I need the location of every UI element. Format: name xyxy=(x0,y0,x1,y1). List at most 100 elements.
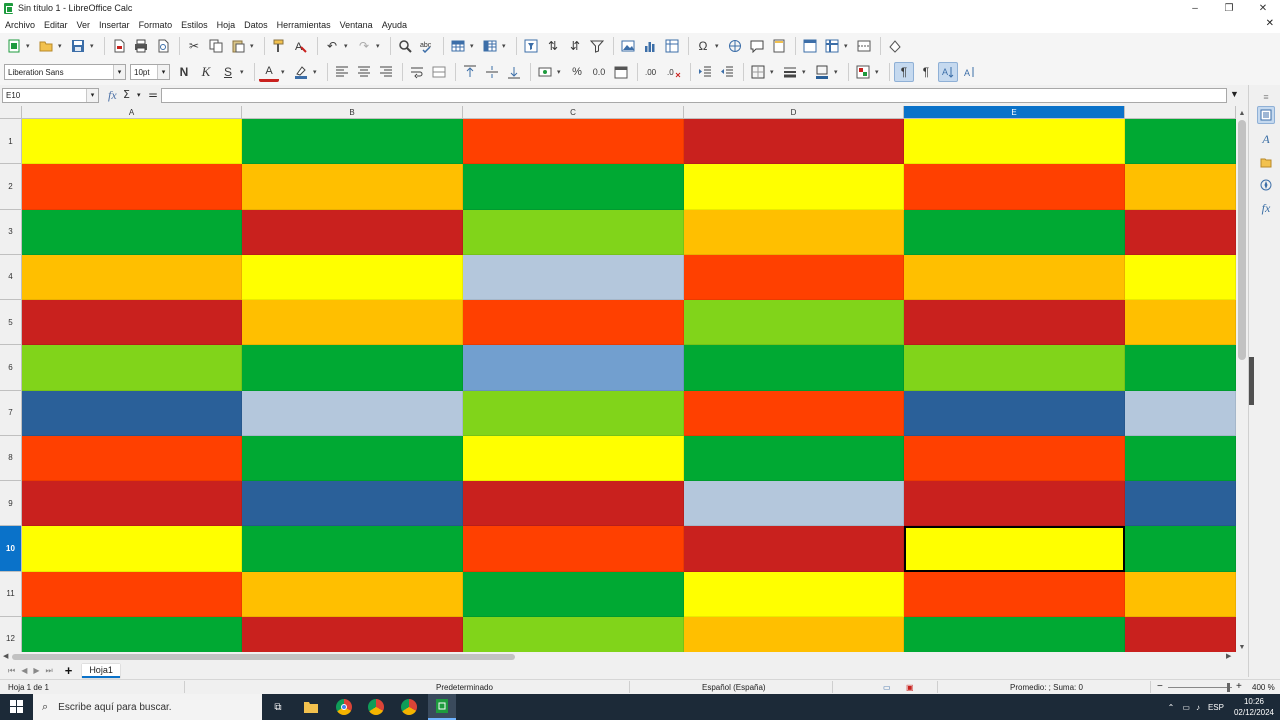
pivot-table-icon[interactable] xyxy=(662,36,682,56)
cell-f4[interactable] xyxy=(1125,254,1236,300)
cell-c1[interactable] xyxy=(463,119,684,165)
row-header-5[interactable]: 5 xyxy=(0,300,22,346)
cell-e7[interactable] xyxy=(904,390,1125,436)
cell-f12[interactable] xyxy=(1125,616,1236,652)
font-color-button[interactable]: A xyxy=(259,62,279,82)
text-direction-rtl-icon[interactable]: ¶ xyxy=(916,62,936,82)
conditional-format-icon[interactable] xyxy=(853,62,873,82)
special-character-dropdown-icon[interactable]: ▾ xyxy=(715,42,722,50)
libreoffice-calc-taskbar-icon[interactable] xyxy=(428,694,456,720)
show-hidden-icons-icon[interactable]: ⌃ xyxy=(1168,703,1175,712)
column-dropdown-icon[interactable]: ▾ xyxy=(502,42,509,50)
add-sheet-button[interactable]: + xyxy=(65,663,73,678)
comment-icon[interactable] xyxy=(747,36,767,56)
sort-descending-icon[interactable]: ⇵ xyxy=(565,36,585,56)
cell-b5[interactable] xyxy=(242,300,463,346)
row-header-12[interactable]: 12 xyxy=(0,616,22,652)
copy-icon[interactable] xyxy=(206,36,226,56)
close-button[interactable]: ✕ xyxy=(1246,0,1280,16)
border-color-icon[interactable] xyxy=(812,62,832,82)
row-header-4[interactable]: 4 xyxy=(0,254,22,300)
cell-c3[interactable] xyxy=(463,209,684,255)
align-center-icon[interactable] xyxy=(354,62,374,82)
cell-f3[interactable] xyxy=(1125,209,1236,255)
cell-c8[interactable] xyxy=(463,435,684,481)
column-header-a[interactable]: A xyxy=(22,106,242,119)
open-folder-icon[interactable] xyxy=(36,36,56,56)
cell-c7[interactable] xyxy=(463,390,684,436)
cell-d3[interactable] xyxy=(684,209,904,255)
row-header-8[interactable]: 8 xyxy=(0,435,22,481)
cell-c6[interactable] xyxy=(463,345,684,391)
vertical-text-icon[interactable]: A xyxy=(960,62,980,82)
bold-button[interactable]: N xyxy=(174,62,194,82)
menu-ventana[interactable]: Ventana xyxy=(337,20,376,30)
spelling-icon[interactable]: abc xyxy=(417,36,437,56)
cell-c12[interactable] xyxy=(463,616,684,652)
spreadsheet-grid[interactable]: ABCDE 1 2 3 4 5 6 7 8 9 10 11 12 xyxy=(0,106,1236,652)
vertical-scroll-thumb[interactable] xyxy=(1238,120,1246,360)
column-header-e[interactable]: E xyxy=(904,106,1125,119)
cell-c11[interactable] xyxy=(463,571,684,617)
chevron-down-icon[interactable]: ▾ xyxy=(157,65,169,79)
properties-icon[interactable] xyxy=(1257,106,1275,124)
maximize-button[interactable]: ❐ xyxy=(1212,0,1246,16)
align-right-icon[interactable] xyxy=(376,62,396,82)
sheet-tab-hoja1[interactable]: Hoja1 xyxy=(82,663,120,678)
clone-formatting-icon[interactable] xyxy=(269,36,289,56)
cell-f7[interactable] xyxy=(1125,390,1236,436)
cell-e11[interactable] xyxy=(904,571,1125,617)
font-size-box[interactable]: 10pt ▾ xyxy=(130,64,170,80)
cell-b3[interactable] xyxy=(242,209,463,255)
cell-d8[interactable] xyxy=(684,435,904,481)
save-dropdown-icon[interactable]: ▾ xyxy=(90,42,97,50)
cell-f2[interactable] xyxy=(1125,164,1236,210)
cell-f8[interactable] xyxy=(1125,435,1236,481)
wrap-text-icon[interactable] xyxy=(407,62,427,82)
cell-a1[interactable] xyxy=(22,119,242,165)
menu-datos[interactable]: Datos xyxy=(241,20,271,30)
cell-d1[interactable] xyxy=(684,119,904,165)
cell-d12[interactable] xyxy=(684,616,904,652)
print-icon[interactable] xyxy=(131,36,151,56)
border-style-dropdown-icon[interactable]: ▾ xyxy=(802,68,809,76)
merge-center-icon[interactable] xyxy=(429,62,449,82)
cell-a10[interactable] xyxy=(22,526,242,572)
date-format-icon[interactable] xyxy=(611,62,631,82)
function-wizard-icon[interactable]: fx xyxy=(108,88,117,103)
redo-icon[interactable]: ↷ xyxy=(354,36,374,56)
insert-chart-icon[interactable] xyxy=(640,36,660,56)
align-top-icon[interactable] xyxy=(460,62,480,82)
show-draw-functions-icon[interactable] xyxy=(885,36,905,56)
expand-formula-icon[interactable]: ▼ xyxy=(1230,89,1239,99)
scroll-up-icon[interactable]: ▲ xyxy=(1236,108,1248,118)
zoom-level[interactable]: 400 % xyxy=(1252,683,1275,692)
taskbar-search[interactable]: ⌕ Escribe aquí para buscar. xyxy=(33,694,262,720)
selection-mode-icon[interactable]: ▭ xyxy=(883,683,891,692)
formula-input[interactable] xyxy=(161,88,1227,103)
next-sheet-icon[interactable]: ▶ xyxy=(33,666,39,675)
navigator-icon[interactable] xyxy=(1257,176,1275,194)
cell-f9[interactable] xyxy=(1125,481,1236,527)
cell-b1[interactable] xyxy=(242,119,463,165)
clock[interactable]: 10:26 02/12/2024 xyxy=(1234,696,1274,718)
cell-d2[interactable] xyxy=(684,164,904,210)
language-status[interactable]: Español (España) xyxy=(702,683,766,692)
file-explorer-icon[interactable] xyxy=(302,698,320,716)
cell-b2[interactable] xyxy=(242,164,463,210)
document-modified-icon[interactable]: ▣ xyxy=(906,683,914,692)
border-color-dropdown-icon[interactable]: ▾ xyxy=(834,68,841,76)
page-style[interactable]: Predeterminado xyxy=(436,683,493,692)
autofilter-icon[interactable] xyxy=(521,36,541,56)
cell-e12[interactable] xyxy=(904,616,1125,652)
horizontal-scrollbar[interactable]: ◀ ▶ xyxy=(0,652,1248,662)
borders-icon[interactable] xyxy=(748,62,768,82)
cell-c2[interactable] xyxy=(463,164,684,210)
paste-icon[interactable] xyxy=(228,36,248,56)
cut-icon[interactable]: ✂ xyxy=(184,36,204,56)
highlight-dropdown-icon[interactable]: ▾ xyxy=(313,68,320,76)
sidebar-menu-icon[interactable]: ≡ xyxy=(1257,88,1275,106)
chevron-down-icon[interactable]: ▾ xyxy=(86,89,98,102)
input-language[interactable]: ESP xyxy=(1208,703,1224,712)
redo-dropdown-icon[interactable]: ▾ xyxy=(376,42,383,50)
